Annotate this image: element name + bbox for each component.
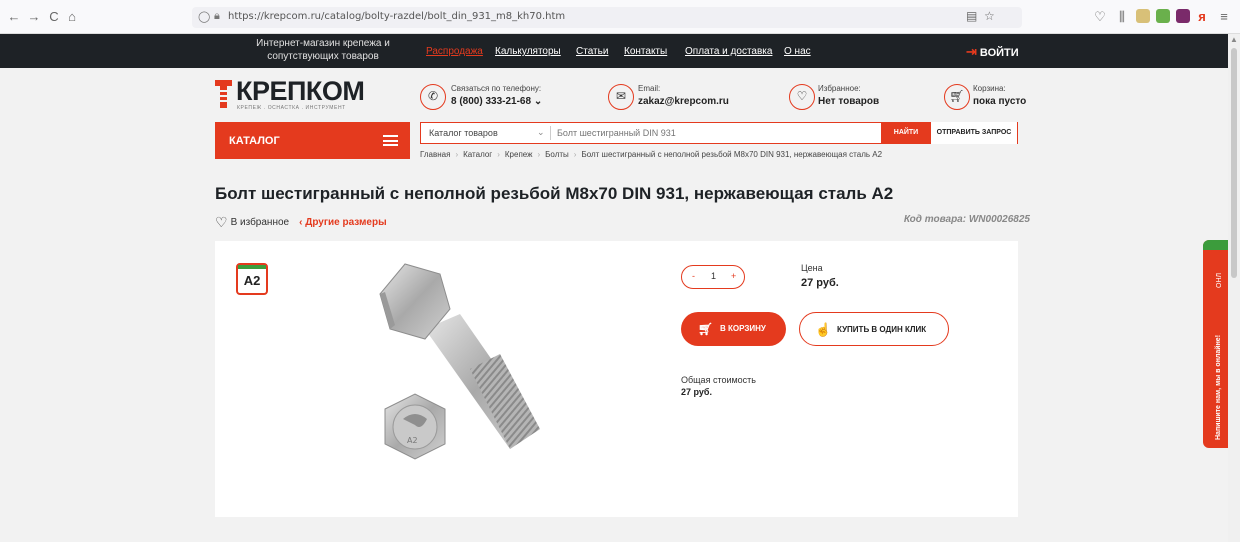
phone-value[interactable]: 8 (800) 333-21-68 ⌄ bbox=[451, 96, 542, 107]
browser-toolbar: ← → C ⌂ ◯ 🔒︎ https://krepcom.ru/catalog/… bbox=[0, 0, 1240, 34]
total-label: Общая стоимость bbox=[681, 375, 756, 385]
chevron-down-icon[interactable]: ⌄ bbox=[537, 127, 545, 138]
quantity-plus-button[interactable]: + bbox=[731, 271, 736, 281]
nav-link-delivery[interactable]: Оплата и доставка bbox=[685, 46, 772, 57]
cart-value[interactable]: пока пусто bbox=[973, 96, 1026, 107]
cart-icon: 🛒︎ bbox=[698, 322, 714, 336]
breadcrumb-item[interactable]: Главная bbox=[420, 150, 450, 159]
login-icon: ⇥ bbox=[966, 44, 977, 59]
chat-widget-tab[interactable]: ОНЛ Напишите нам, мы в онлайне! bbox=[1203, 240, 1228, 448]
breadcrumb-separator: › bbox=[537, 150, 541, 159]
divider bbox=[550, 126, 551, 140]
chat-status-stripe bbox=[1203, 240, 1228, 250]
breadcrumb-item[interactable]: Крепеж bbox=[505, 150, 533, 159]
reload-icon[interactable]: C bbox=[46, 9, 62, 25]
badge-text: A2 bbox=[243, 273, 261, 288]
url-text[interactable]: https://krepcom.ru/catalog/bolty-razdel/… bbox=[228, 11, 565, 22]
breadcrumb: Главная › Каталог › Крепеж › Болты › Болт шестиг… bbox=[420, 150, 882, 159]
heart-icon[interactable]: ♡ bbox=[215, 214, 228, 230]
scrollbar-thumb[interactable] bbox=[1231, 48, 1237, 278]
bookmark-star-icon[interactable]: ☆ bbox=[984, 9, 995, 23]
add-to-favorites-link[interactable]: В избранное bbox=[231, 217, 290, 228]
product-image[interactable]: A2 bbox=[365, 259, 575, 499]
scroll-up-icon[interactable]: ▲ bbox=[1230, 35, 1238, 44]
breadcrumb-separator: › bbox=[573, 150, 577, 159]
add-to-cart-button[interactable]: 🛒︎ В КОРЗИНУ bbox=[681, 312, 786, 346]
send-request-button[interactable]: ОТПРАВИТЬ ЗАПРОС bbox=[931, 121, 1017, 144]
email-label: Email: bbox=[638, 84, 661, 93]
email-icon: ✉ bbox=[608, 84, 634, 110]
search-category-select[interactable]: Каталог товаров bbox=[429, 128, 498, 138]
breadcrumb-current: Болт шестигранный с неполной резьбой M8x… bbox=[581, 150, 883, 159]
breadcrumb-separator: › bbox=[455, 150, 459, 159]
buy-one-click-label: КУПИТЬ В ОДИН КЛИК bbox=[837, 325, 927, 334]
menu-icon[interactable]: ≡ bbox=[1216, 9, 1232, 25]
favorites-label: Избранное: bbox=[818, 84, 861, 93]
pointer-hand-icon: ☝ bbox=[815, 322, 832, 337]
product-sku: Код товара: WN00026825 bbox=[903, 214, 1030, 225]
scrollbar[interactable]: ▲ bbox=[1228, 34, 1240, 542]
search-input[interactable] bbox=[557, 125, 877, 141]
nav-link-contacts[interactable]: Контакты bbox=[624, 46, 667, 57]
page-title: Болт шестигранный с неполной резьбой M8x… bbox=[215, 184, 894, 203]
nav-link-sale[interactable]: Распродажа bbox=[426, 46, 483, 57]
nav-link-calculators[interactable]: Калькуляторы bbox=[495, 46, 561, 57]
svg-text:A2: A2 bbox=[407, 436, 418, 445]
login-button[interactable]: ⇥ ВОЙТИ bbox=[966, 44, 1019, 60]
login-label: ВОЙТИ bbox=[979, 47, 1019, 59]
extension-icon[interactable] bbox=[1136, 9, 1150, 23]
total-value: 27 руб. bbox=[681, 387, 712, 397]
quantity-value[interactable]: 1 bbox=[711, 271, 716, 281]
price-label: Цена bbox=[801, 263, 823, 273]
chat-label: Напишите нам, мы в онлайне! bbox=[1215, 334, 1222, 440]
quantity-minus-button[interactable]: - bbox=[692, 271, 695, 281]
hamburger-icon bbox=[383, 135, 398, 146]
lock-icon: 🔒︎ bbox=[214, 10, 220, 22]
other-sizes-link[interactable]: ‹ Другие размеры bbox=[299, 217, 387, 228]
back-icon[interactable]: ← bbox=[6, 9, 22, 25]
heart-icon[interactable]: ♡ bbox=[789, 84, 815, 110]
nav-link-about[interactable]: О нас bbox=[784, 46, 811, 57]
shield-icon: ◯ bbox=[198, 11, 211, 23]
catalog-button[interactable]: КАТАЛОГ bbox=[215, 122, 410, 159]
favorite-row: ♡ В избранное ‹ Другие размеры bbox=[215, 214, 387, 231]
add-to-cart-label: В КОРЗИНУ bbox=[720, 324, 766, 333]
breadcrumb-item[interactable]: Каталог bbox=[463, 150, 492, 159]
forward-icon[interactable]: → bbox=[26, 9, 42, 25]
nav-link-articles[interactable]: Статьи bbox=[576, 46, 608, 57]
favorites-value[interactable]: Нет товаров bbox=[818, 96, 879, 107]
phone-icon: ✆ bbox=[420, 84, 446, 110]
breadcrumb-item[interactable]: Болты bbox=[545, 150, 569, 159]
yandex-icon[interactable]: я bbox=[1194, 9, 1210, 25]
chat-online-label: ОНЛ bbox=[1216, 272, 1223, 288]
catalog-label: КАТАЛОГ bbox=[229, 135, 280, 147]
tagline: Интернет-магазин крепежа и сопутствующих… bbox=[256, 38, 390, 62]
site-top-nav: Интернет-магазин крепежа и сопутствующих… bbox=[0, 34, 1228, 68]
quantity-stepper: - 1 + bbox=[681, 265, 745, 289]
price-value: 27 руб. bbox=[801, 277, 839, 289]
logo-icon[interactable] bbox=[215, 80, 232, 108]
search-bar: Каталог товаров ⌄ НАЙТИ ОТПРАВИТЬ ЗАПРОС bbox=[420, 121, 1018, 144]
home-icon[interactable]: ⌂ bbox=[64, 9, 80, 25]
address-bar[interactable]: ◯ 🔒︎ https://krepcom.ru/catalog/bolty-ra… bbox=[192, 7, 1022, 28]
phone-label: Связаться по телефону: bbox=[451, 84, 542, 93]
material-badge: A2 bbox=[236, 263, 268, 295]
product-card: A2 A2 - 1 + Цена 27 руб. 🛒︎ В КОРЗИНУ ☝ … bbox=[215, 241, 1018, 517]
buy-one-click-button[interactable]: ☝ КУПИТЬ В ОДИН КЛИК bbox=[799, 312, 949, 346]
library-icon[interactable]: ⫼ bbox=[1114, 9, 1130, 25]
logo-text[interactable]: КРЕПКОМ bbox=[236, 76, 365, 107]
email-value[interactable]: zakaz@krepcom.ru bbox=[638, 96, 729, 107]
cart-icon[interactable]: 🛒︎ bbox=[944, 84, 970, 110]
cart-label: Корзина: bbox=[973, 84, 1006, 93]
search-button[interactable]: НАЙТИ bbox=[881, 121, 931, 144]
pocket-icon[interactable]: ♡ bbox=[1092, 9, 1108, 25]
breadcrumb-separator: › bbox=[497, 150, 500, 159]
badge-stripe bbox=[238, 265, 266, 269]
extension-icon[interactable] bbox=[1176, 9, 1190, 23]
reader-icon[interactable]: ▤ bbox=[966, 9, 977, 23]
logo-subtitle: КРЕПЕЖ . ОСНАСТКА . ИНСТРУМЕНТ bbox=[237, 105, 346, 111]
extension-icon[interactable] bbox=[1156, 9, 1170, 23]
